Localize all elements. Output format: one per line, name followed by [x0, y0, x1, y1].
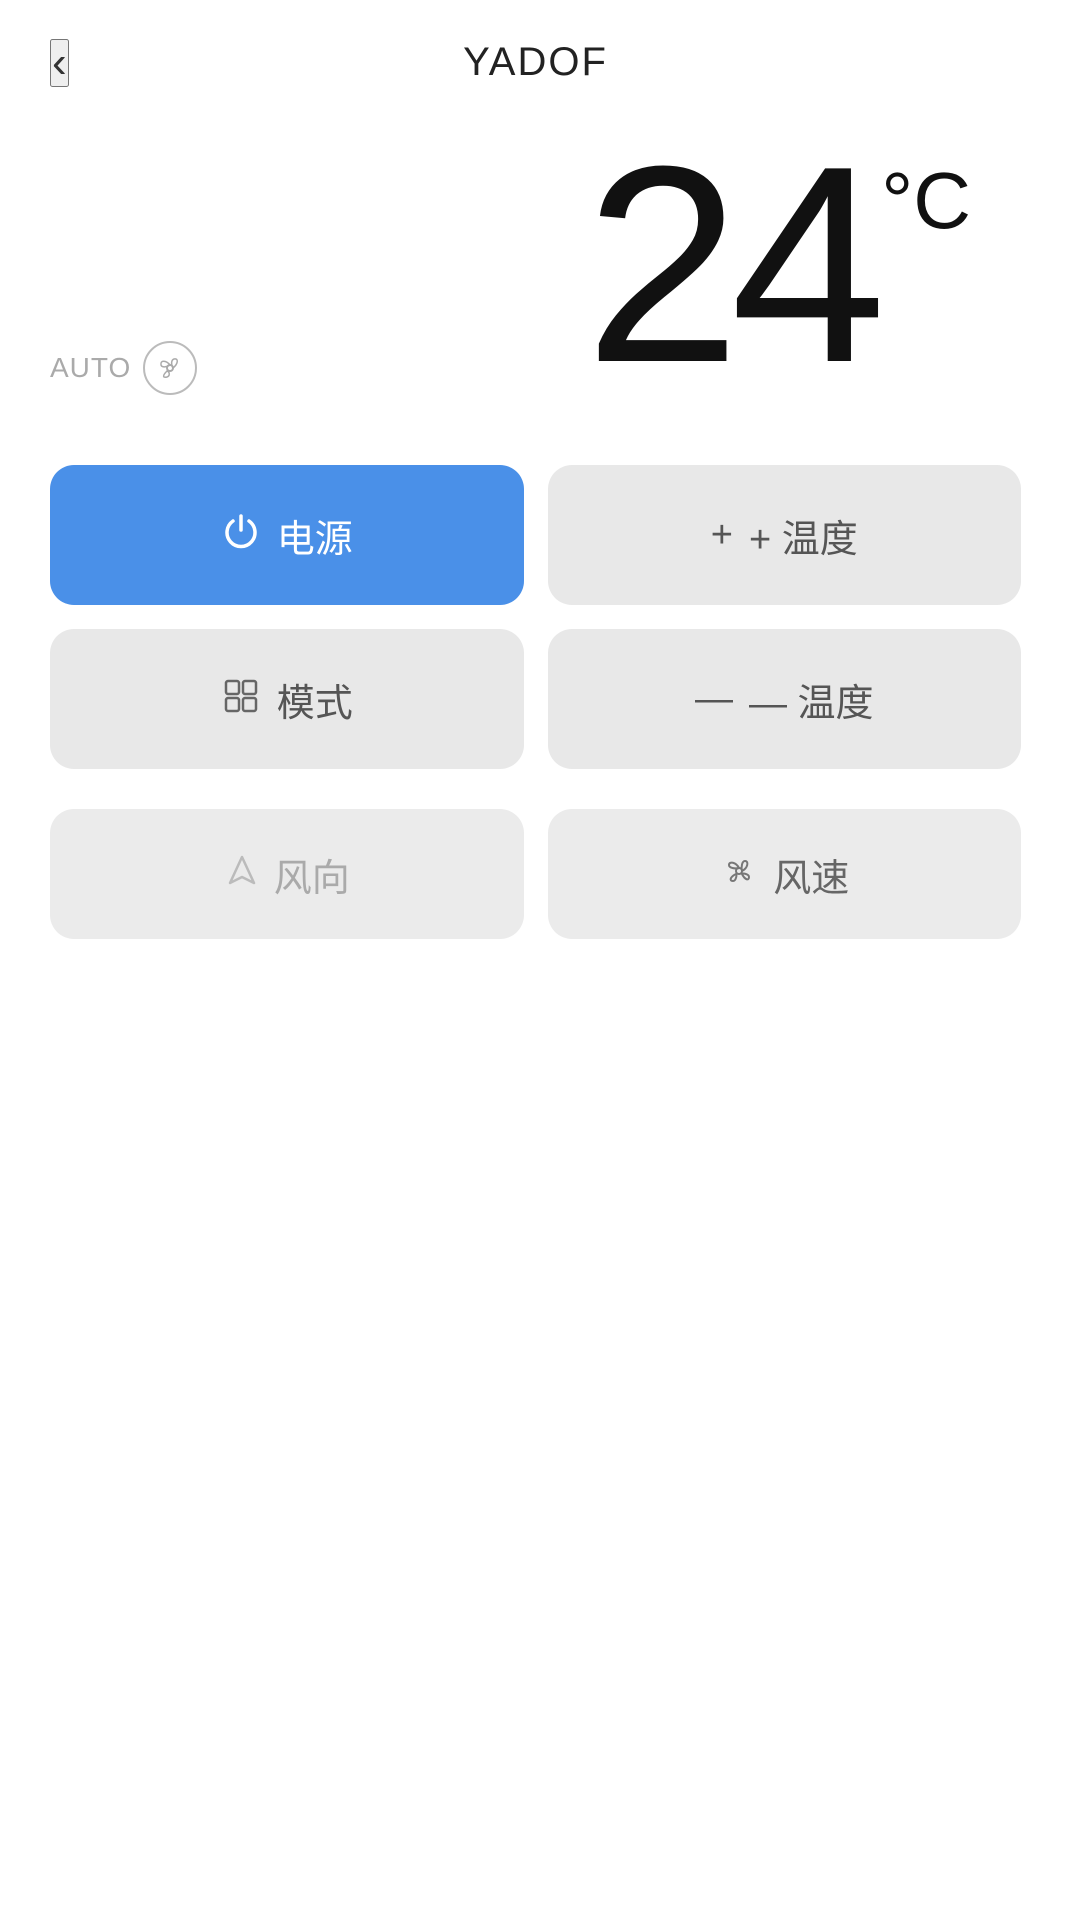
back-icon: ‹: [52, 38, 67, 87]
temperature-area: 24 °C AUTO: [0, 105, 1071, 405]
control-grid: 电源 + + 温度 模式 — — 温度: [0, 425, 1071, 809]
temperature-value: 24: [585, 125, 876, 405]
wind-dir-label: 风向: [274, 847, 350, 902]
wind-direction-button[interactable]: 风向: [50, 809, 524, 939]
wind-speed-svg: [719, 851, 759, 891]
temp-down-label: — 温度: [749, 672, 874, 727]
fan-svg: [152, 350, 188, 386]
plus-icon: +: [711, 516, 733, 554]
back-button[interactable]: ‹: [50, 39, 69, 87]
power-svg: [221, 512, 261, 552]
mode-label: 模式: [277, 672, 353, 727]
page-title: YADOF: [463, 40, 608, 85]
wind-dir-svg: [224, 853, 260, 889]
temperature-unit: °C: [881, 155, 971, 247]
wind-control-row: 风向 风速: [0, 809, 1071, 939]
auto-label: AUTO: [50, 352, 131, 384]
mode-button[interactable]: 模式: [50, 629, 524, 769]
temp-up-button[interactable]: + + 温度: [548, 465, 1022, 605]
minus-icon: —: [695, 680, 733, 718]
fan-mode-icon[interactable]: [143, 341, 197, 395]
mode-icon: [221, 676, 261, 723]
temp-up-label: + 温度: [749, 508, 858, 563]
wind-dir-icon: [224, 853, 260, 896]
mode-indicator: AUTO: [50, 341, 197, 395]
power-icon: [221, 512, 261, 559]
header: ‹ YADOF: [0, 0, 1071, 105]
wind-speed-label: 风速: [773, 847, 849, 902]
temperature-display: 24 °C: [585, 125, 971, 405]
wind-speed-icon: [719, 851, 759, 898]
temp-down-button[interactable]: — — 温度: [548, 629, 1022, 769]
mode-svg: [221, 676, 261, 716]
power-label: 电源: [277, 508, 353, 563]
wind-speed-button[interactable]: 风速: [548, 809, 1022, 939]
power-button[interactable]: 电源: [50, 465, 524, 605]
